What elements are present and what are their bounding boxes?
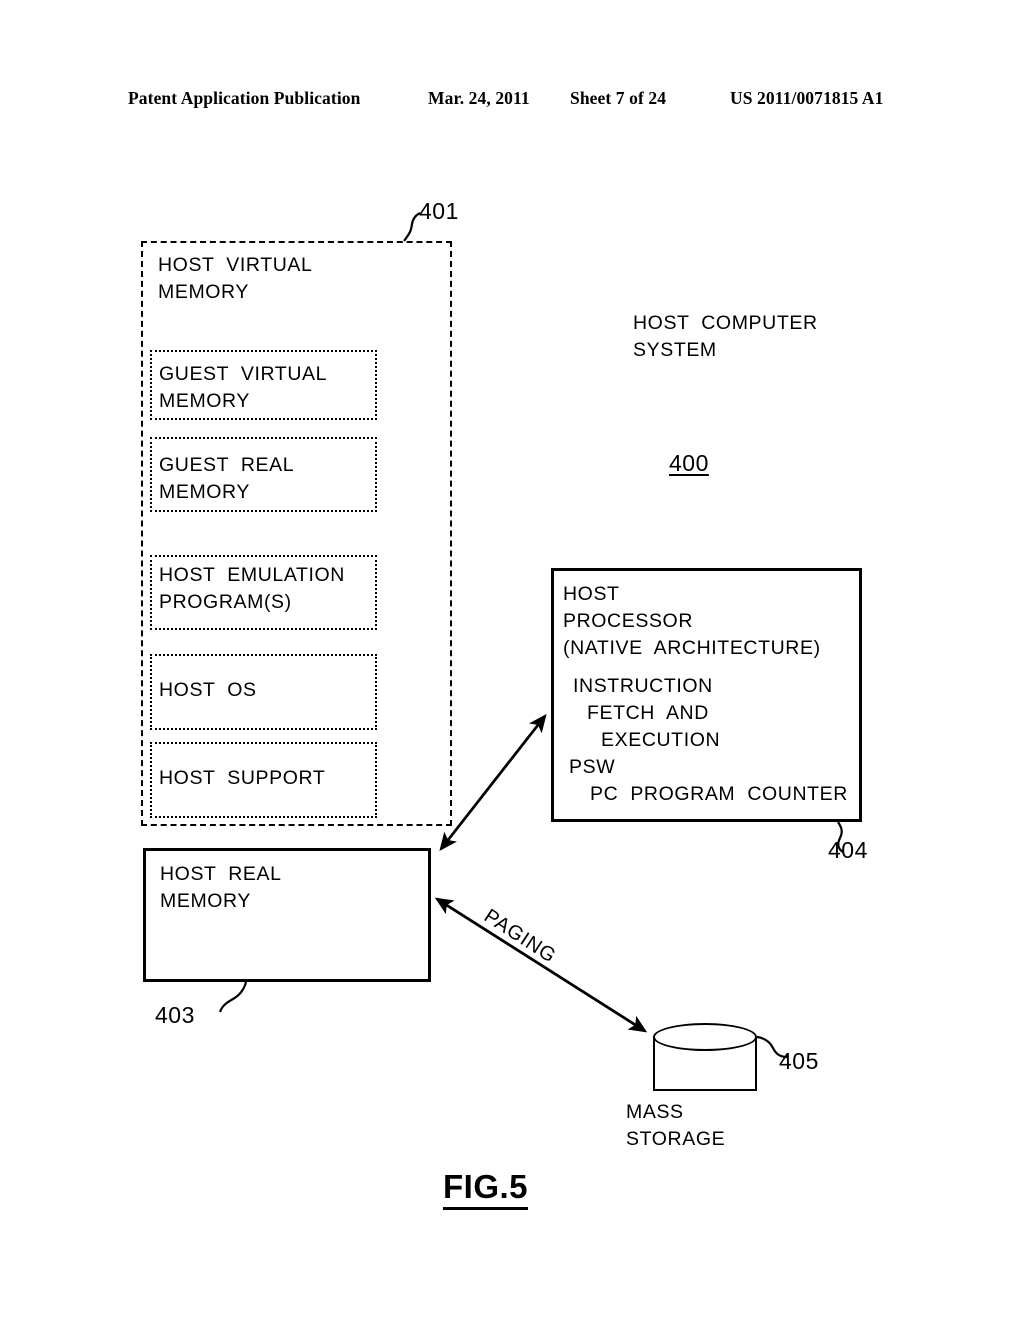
reference-numeral-405: 405 [779,1048,819,1074]
host-virtual-memory-box [141,241,452,826]
publication-label: Patent Application Publication [128,88,361,108]
host-processor-line-6: EXECUTION [601,729,721,751]
host-processor-line-7: PSW [569,756,616,778]
sheet-number: Sheet 7 of 24 [570,88,667,108]
publication-date: Mar. 24, 2011 [428,88,530,108]
patent-header: Patent Application Publication Mar. 24, … [0,88,1024,114]
memory-processor-connector [439,713,547,852]
host-processor-line-8: PC PROGRAM COUNTER [590,783,848,805]
leader-line-401 [403,212,421,242]
leader-line-403 [218,981,248,1013]
host-processor-line-2: PROCESSOR [563,610,694,632]
mass-storage-cylinder [653,1023,757,1091]
mass-storage-label: MASS STORAGE [626,1101,726,1150]
host-support-label: HOST SUPPORT [159,767,326,789]
host-processor-line-1: HOST [563,583,620,605]
host-processor-line-3: (NATIVE ARCHITECTURE) [563,637,821,659]
host-os-label: HOST OS [159,679,257,701]
host-real-memory-label: HOST REAL MEMORY [160,863,282,912]
host-processor-line-5: FETCH AND [587,702,709,724]
reference-numeral-403: 403 [155,1002,195,1028]
reference-numeral-404: 404 [828,837,868,863]
cylinder-top-ellipse [653,1023,757,1051]
reference-numeral-401: 401 [419,198,459,224]
host-processor-line-4: INSTRUCTION [573,675,713,697]
patent-number: US 2011/0071815 A1 [730,88,884,108]
host-emulation-programs-label: HOST EMULATION PROGRAM(S) [159,564,345,613]
paging-label: PAGING [480,905,561,968]
guest-virtual-memory-label: GUEST VIRTUAL MEMORY [159,363,328,412]
figure-caption: FIG.5 [443,1168,529,1210]
paging-connector [434,897,648,1033]
reference-numeral-400: 400 [669,450,709,476]
host-computer-system-label: HOST COMPUTER SYSTEM [633,312,818,361]
guest-real-memory-label: GUEST REAL MEMORY [159,454,295,503]
host-virtual-memory-title: HOST VIRTUAL MEMORY [158,254,313,303]
